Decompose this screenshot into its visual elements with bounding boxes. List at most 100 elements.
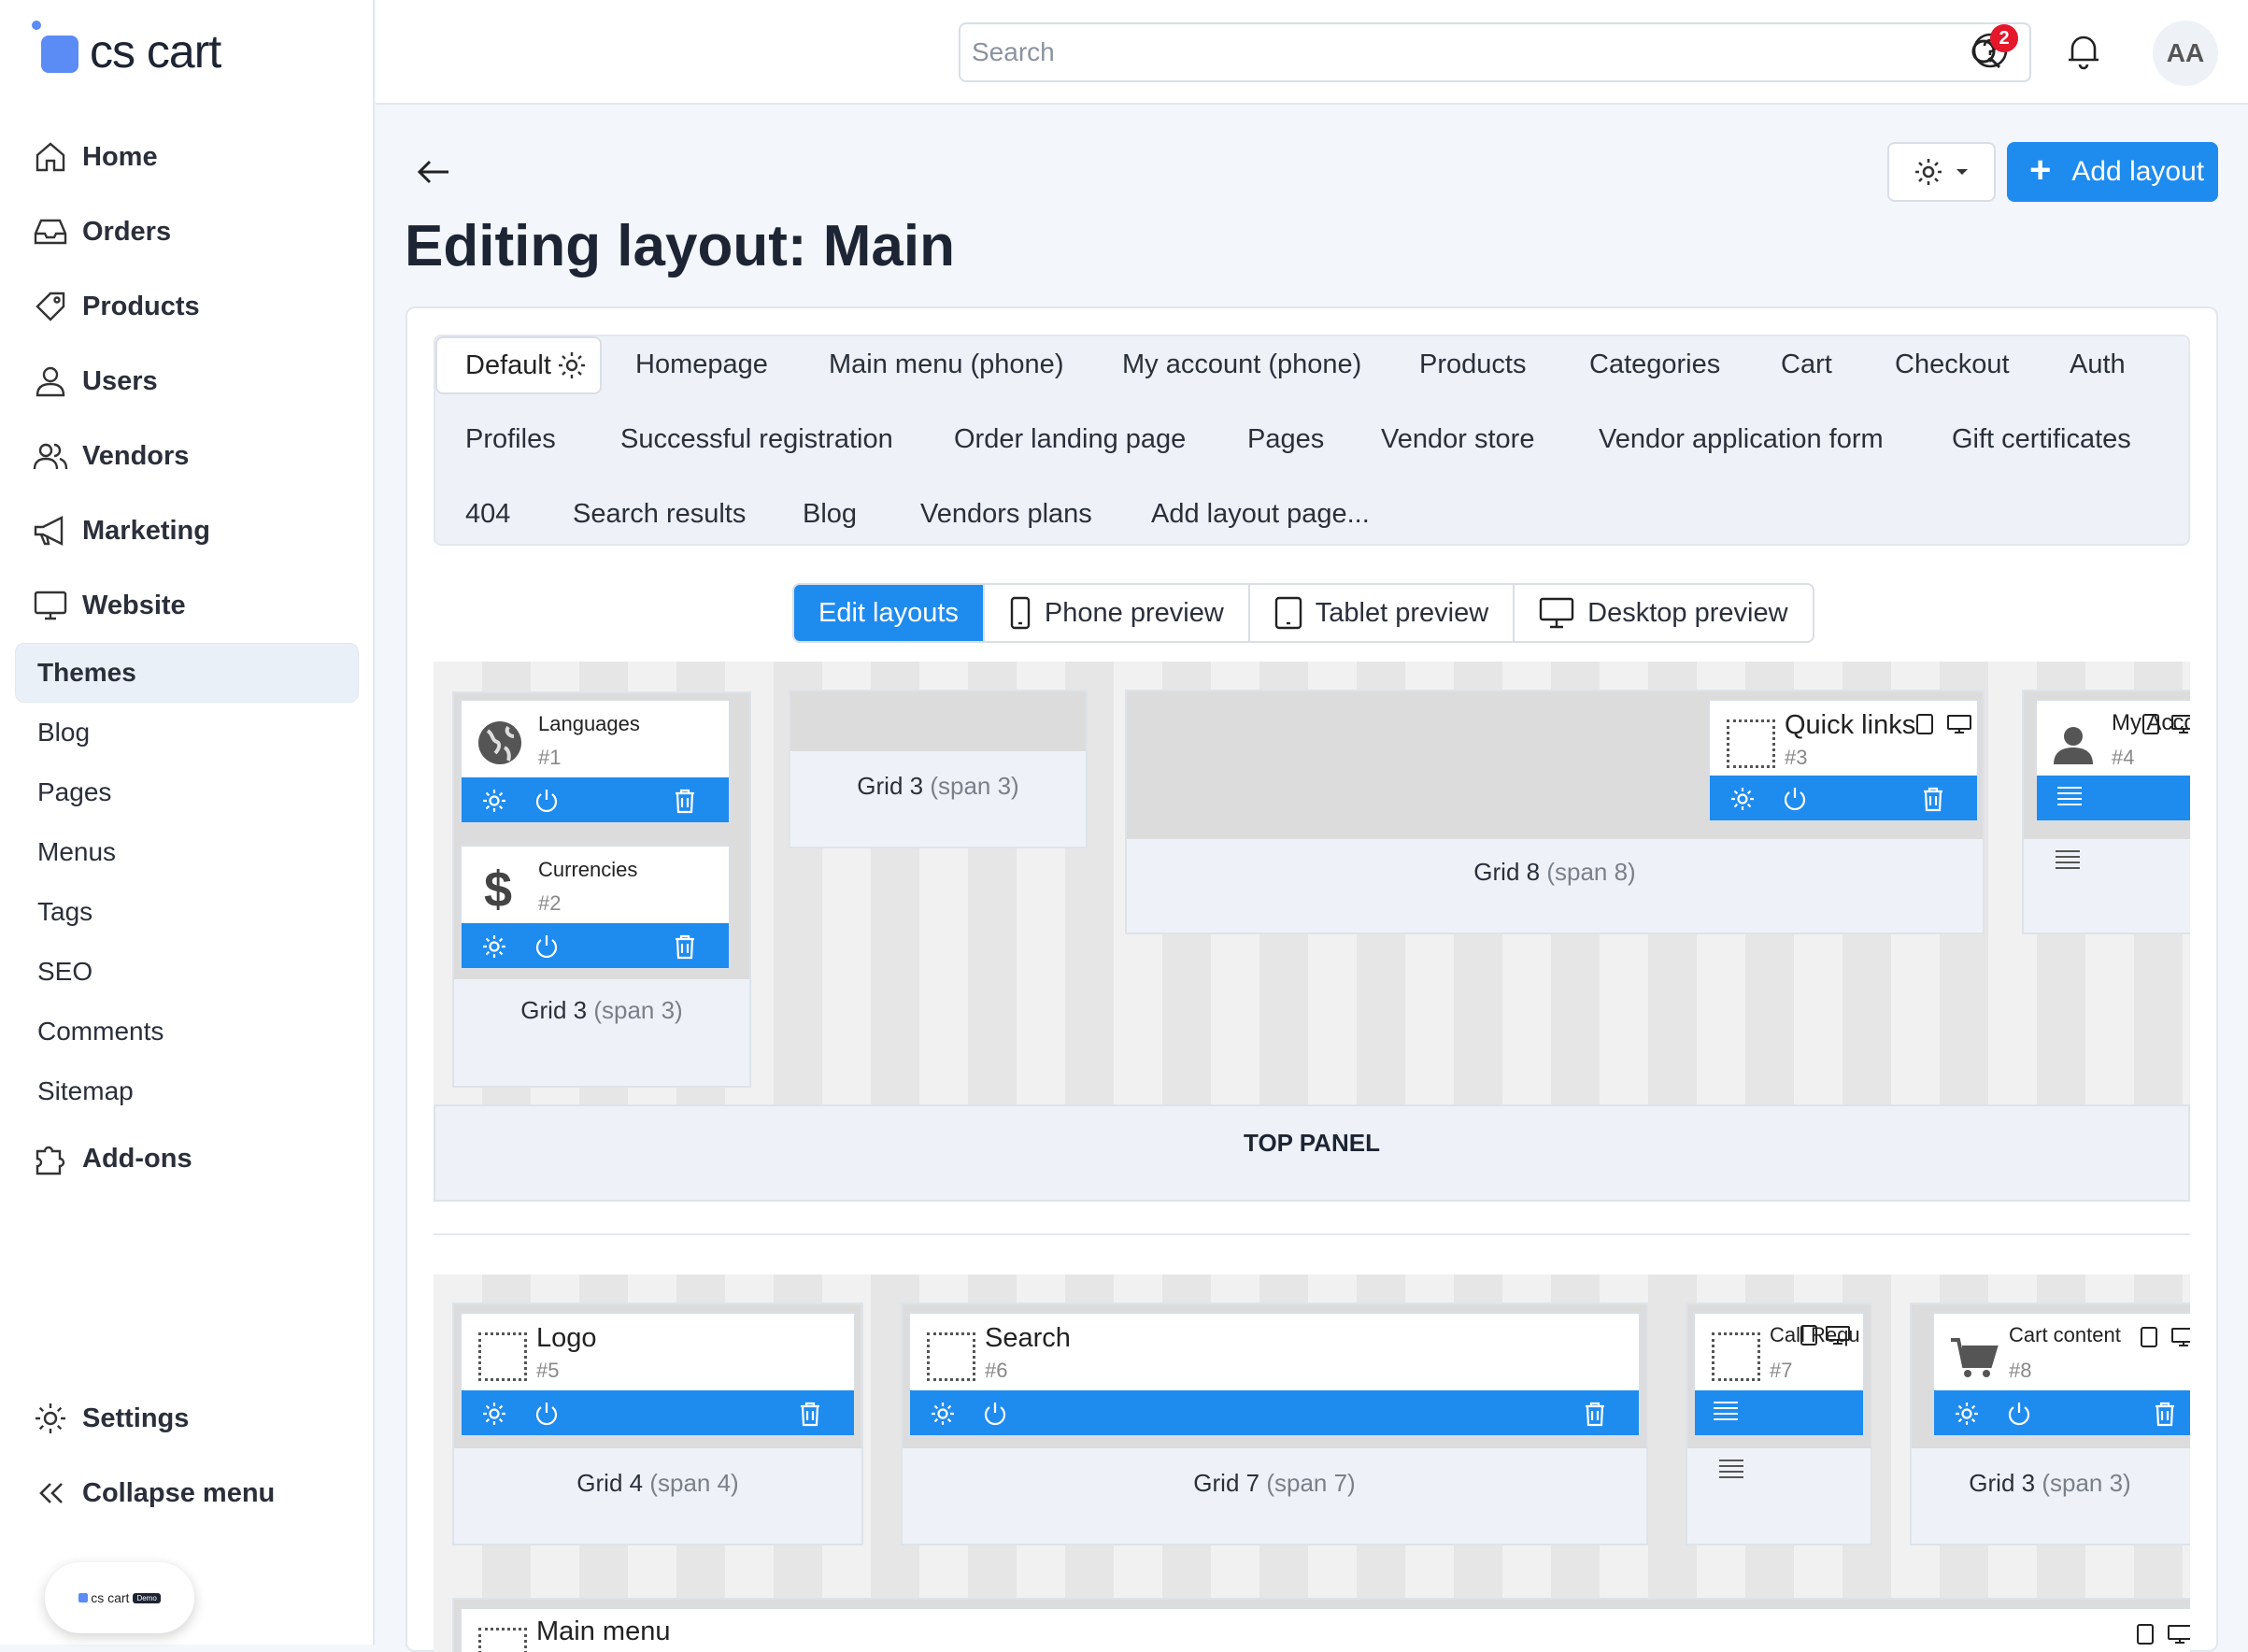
brand-logo[interactable]: cs cart [32, 21, 221, 78]
tab-default[interactable]: Default [435, 336, 602, 394]
sidebar-sub-pages[interactable]: Pages [37, 777, 111, 807]
grid-top-2[interactable]: Grid 3 (span 3) [789, 690, 1088, 848]
trash-icon[interactable] [1581, 1400, 1609, 1428]
sidebar-item-website[interactable]: Website [32, 587, 186, 624]
menu-lines-icon[interactable] [1717, 1458, 1745, 1478]
tab-404[interactable]: 404 [465, 499, 510, 530]
grid-drop-area [790, 691, 1086, 751]
phone-preview-button[interactable]: Phone preview [985, 585, 1250, 641]
block-search[interactable]: Search #6 [908, 1312, 1641, 1437]
placeholder-icon [1712, 1332, 1760, 1381]
back-arrow-icon[interactable] [411, 153, 458, 191]
power-icon[interactable] [2005, 1400, 2033, 1428]
add-layout-button[interactable]: + Add layout [2007, 142, 2218, 202]
tablet-preview-label: Tablet preview [1315, 597, 1489, 628]
trash-icon[interactable] [671, 933, 699, 961]
power-icon[interactable] [1781, 785, 1809, 813]
sidebar-sub-tags[interactable]: Tags [37, 897, 92, 927]
tab-gift-certificates[interactable]: Gift certificates [1952, 424, 2131, 455]
block-cart-content[interactable]: Cart content #8 [1932, 1312, 2190, 1437]
power-icon[interactable] [533, 933, 561, 961]
sidebar-sub-seo[interactable]: SEO [37, 957, 92, 987]
block-quick-links[interactable]: Quick links #3 [1708, 699, 1979, 822]
sidebar-sub-themes[interactable]: Themes [37, 658, 136, 688]
dollar-icon: $ [484, 863, 512, 916]
gear-icon[interactable] [480, 787, 508, 815]
menu-lines-icon[interactable] [2056, 785, 2084, 805]
trash-icon[interactable] [2151, 1400, 2179, 1428]
menu-lines-icon[interactable] [2054, 848, 2082, 869]
layout-settings-button[interactable] [1887, 142, 1996, 202]
tablet-icon [1800, 1325, 1817, 1346]
home-icon [36, 142, 65, 172]
gear-icon[interactable] [1953, 1400, 1981, 1428]
sidebar-item-orders[interactable]: Orders [32, 213, 171, 250]
sidebar-item-addons[interactable]: Add-ons [32, 1140, 192, 1177]
menu-lines-icon[interactable] [1712, 1400, 1740, 1420]
sidebar-sub-sitemap[interactable]: Sitemap [37, 1076, 134, 1106]
sidebar-collapse-menu[interactable]: Collapse menu [32, 1474, 275, 1512]
tablet-preview-button[interactable]: Tablet preview [1250, 585, 1515, 641]
tab-categories[interactable]: Categories [1589, 349, 1720, 380]
block-my-account[interactable]: My Acco #4 [2035, 699, 2190, 822]
tab-auth[interactable]: Auth [2070, 349, 2126, 380]
block-currencies[interactable]: $ Currencies #2 [460, 845, 731, 970]
tab-products[interactable]: Products [1419, 349, 1526, 380]
sidebar-item-vendors[interactable]: Vendors [32, 437, 189, 475]
tab-cart[interactable]: Cart [1781, 349, 1832, 380]
tab-checkout[interactable]: Checkout [1895, 349, 2010, 380]
search-input[interactable] [960, 24, 1895, 80]
sidebar-item-marketing[interactable]: Marketing [32, 512, 210, 549]
tab-profiles[interactable]: Profiles [465, 424, 556, 455]
bell-icon[interactable] [2063, 30, 2104, 71]
sidebar-item-settings[interactable]: Settings [32, 1400, 189, 1437]
sidebar-item-products[interactable]: Products [32, 288, 200, 325]
demo-badge[interactable]: cs cart Demo [45, 1562, 194, 1633]
sidebar-item-label: Users [82, 365, 158, 396]
tab-my-account-phone[interactable]: My account (phone) [1122, 349, 1361, 380]
sidebar-sub-comments[interactable]: Comments [37, 1017, 164, 1047]
gear-icon[interactable] [480, 1400, 508, 1428]
sidebar-item-label: Orders [82, 216, 172, 247]
tab-homepage[interactable]: Homepage [635, 349, 768, 380]
tablet-icon [2137, 1624, 2154, 1645]
power-icon[interactable] [533, 787, 561, 815]
power-icon[interactable] [533, 1400, 561, 1428]
block-call-request[interactable]: Call Requ #7 [1693, 1312, 1865, 1437]
gear-icon[interactable] [555, 349, 589, 382]
block-main-menu[interactable]: Main menu [460, 1607, 2190, 1652]
tab-order-landing-page[interactable]: Order landing page [954, 424, 1186, 455]
tab-pages[interactable]: Pages [1247, 424, 1324, 455]
sidebar-sub-blog[interactable]: Blog [37, 718, 90, 748]
tab-vendors-plans[interactable]: Vendors plans [920, 499, 1092, 530]
trash-icon[interactable] [796, 1400, 824, 1428]
tab-successful-registration[interactable]: Successful registration [620, 424, 893, 455]
gear-icon[interactable] [1729, 785, 1757, 813]
trash-icon[interactable] [1919, 785, 1947, 813]
tab-blog[interactable]: Blog [803, 499, 857, 530]
gear-icon[interactable] [929, 1400, 957, 1428]
avatar[interactable]: AA [2153, 21, 2218, 86]
block-languages[interactable]: Languages #1 [460, 699, 731, 824]
tab-search-results[interactable]: Search results [573, 499, 746, 530]
sidebar-item-users[interactable]: Users [32, 363, 158, 400]
sidebar-sub-menus[interactable]: Menus [37, 837, 116, 867]
sidebar-item-home[interactable]: Home [32, 138, 158, 176]
block-number: #5 [536, 1359, 560, 1382]
tab-vendor-application-form[interactable]: Vendor application form [1599, 424, 1884, 455]
tablet-icon [1274, 596, 1302, 630]
trash-icon[interactable] [671, 787, 699, 815]
tab-main-menu-phone[interactable]: Main menu (phone) [829, 349, 1063, 380]
sidebar-item-label: Products [82, 291, 200, 321]
tab-vendor-store[interactable]: Vendor store [1381, 424, 1534, 455]
section-divider [434, 1233, 2190, 1235]
edit-layouts-button[interactable]: Edit layouts [794, 585, 985, 641]
desktop-icon [2171, 1328, 2190, 1346]
block-number: #7 [1770, 1359, 1793, 1382]
gear-icon[interactable] [480, 933, 508, 961]
desktop-preview-button[interactable]: Desktop preview [1515, 585, 1812, 641]
tab-add-layout-page[interactable]: Add layout page... [1151, 499, 1370, 530]
block-logo[interactable]: Logo #5 [460, 1312, 856, 1437]
power-icon[interactable] [981, 1400, 1009, 1428]
monitor-icon [34, 591, 67, 620]
